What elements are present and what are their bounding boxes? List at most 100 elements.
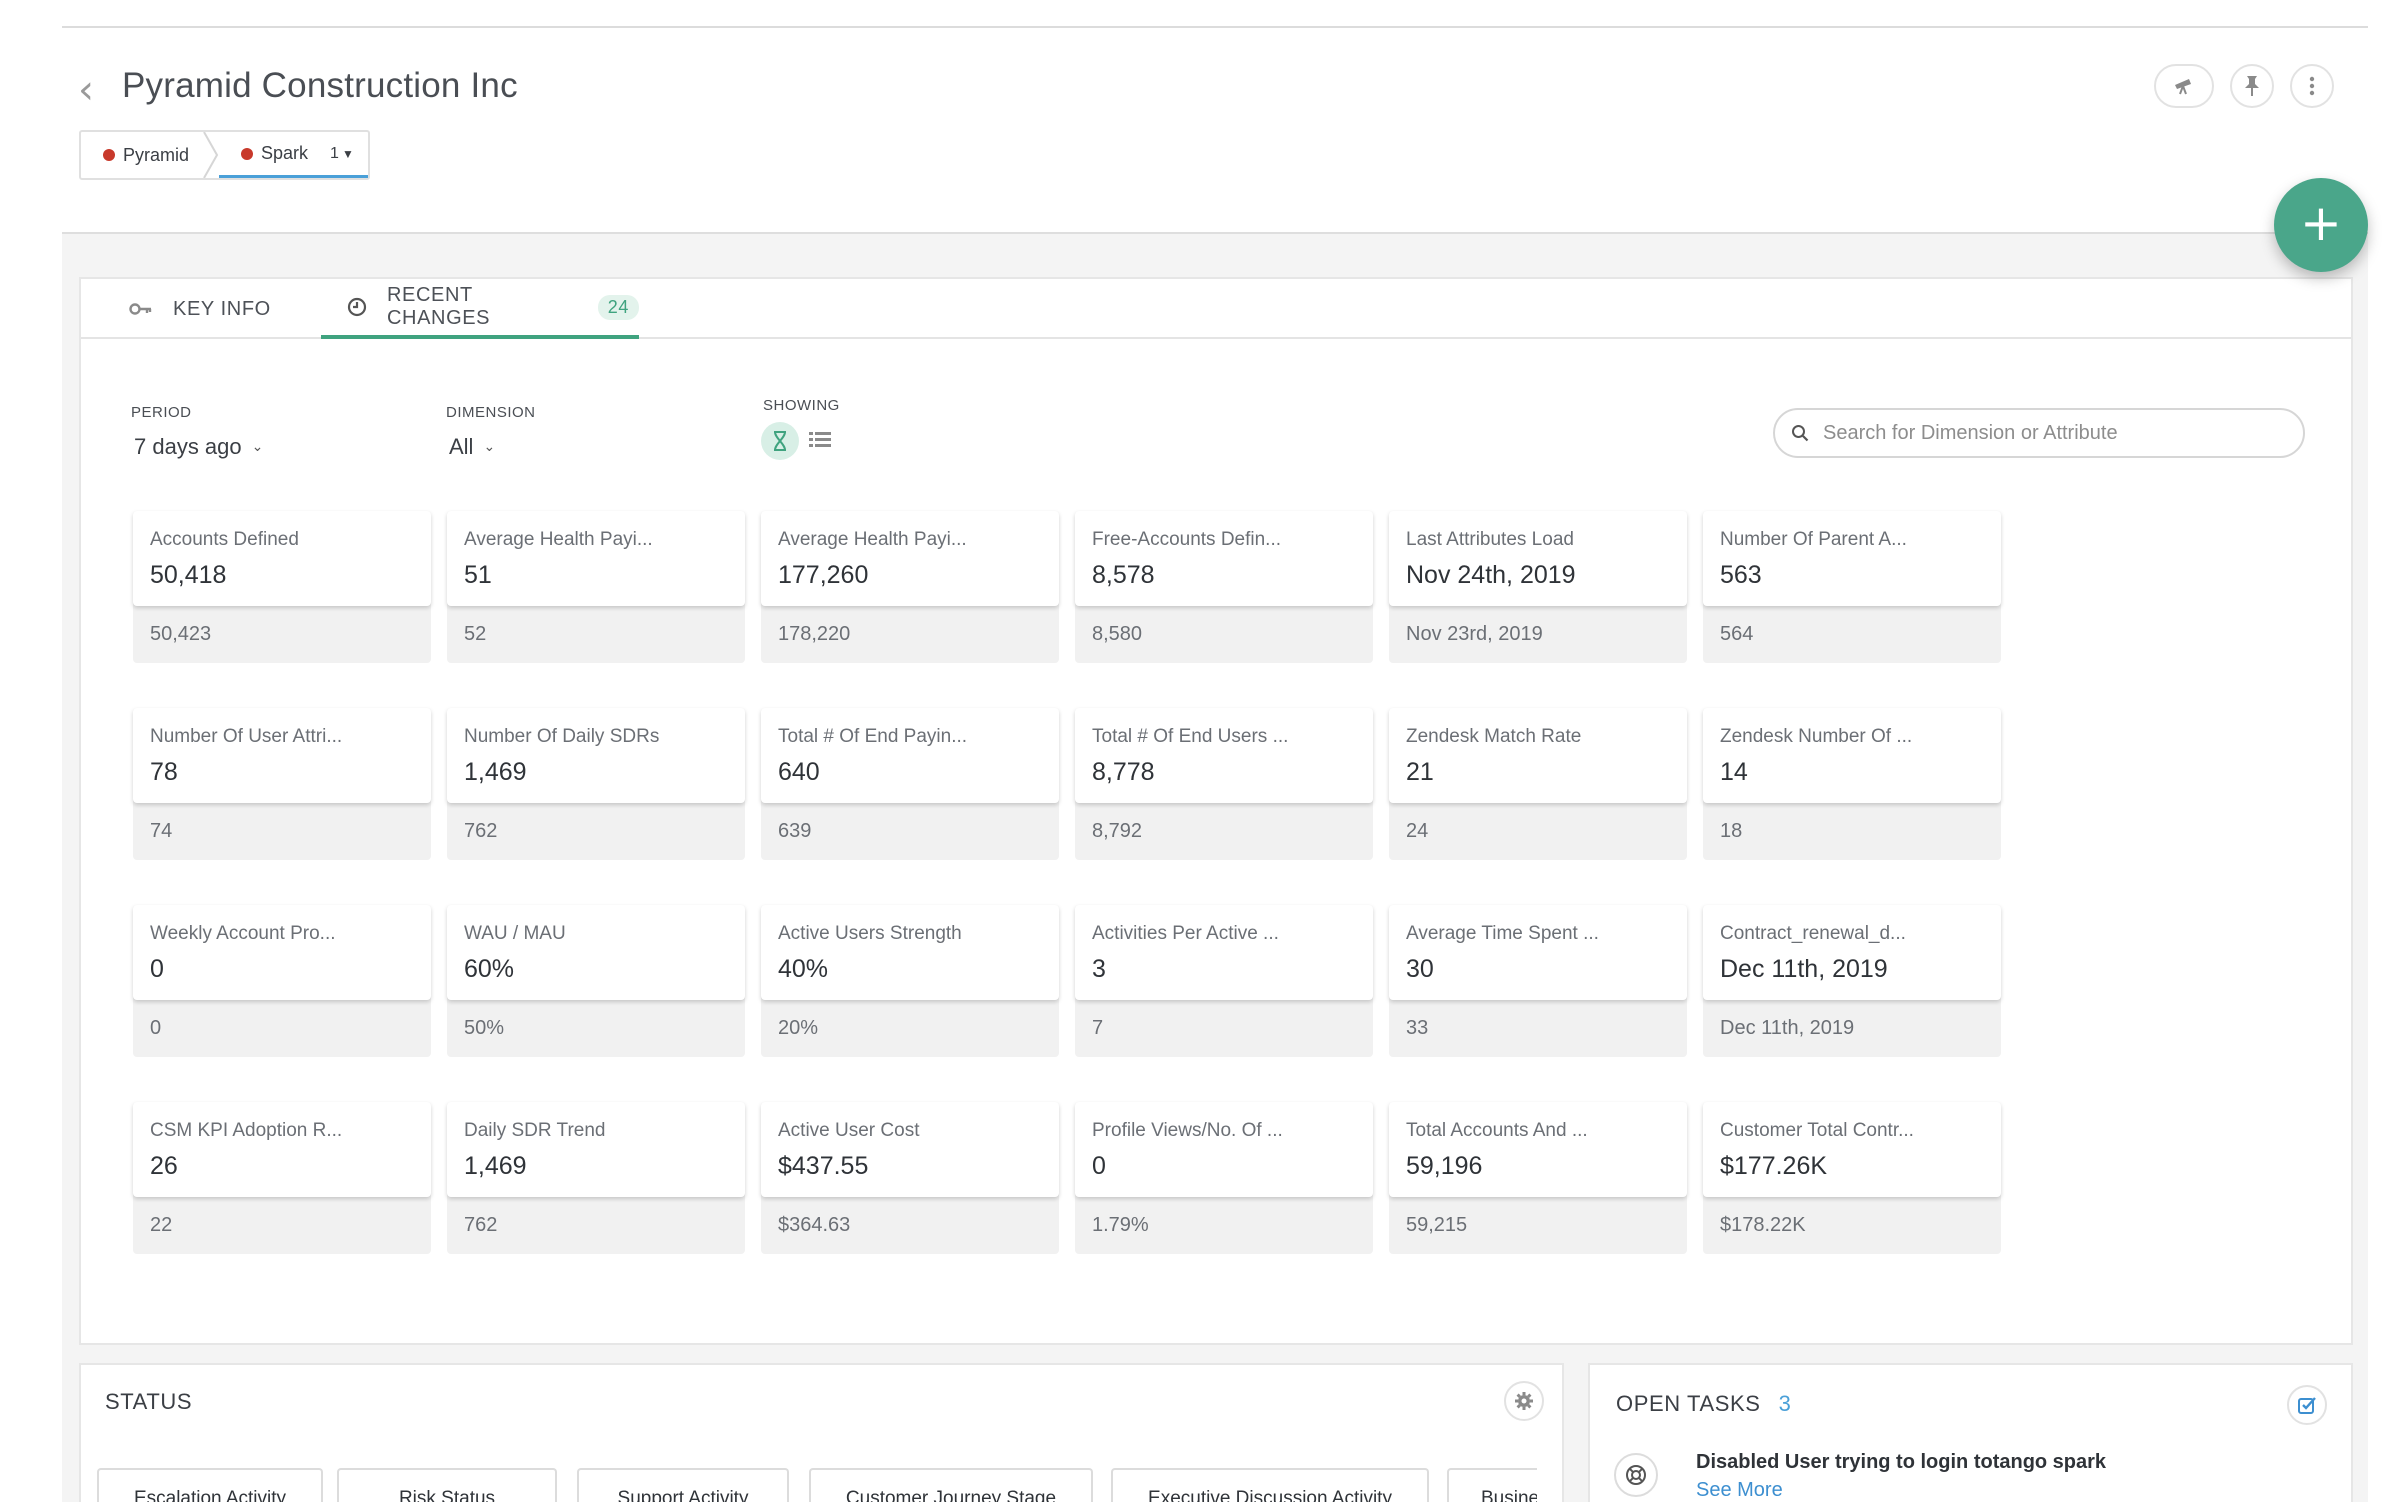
period-value: 7 days ago xyxy=(134,434,242,459)
metric-card[interactable]: Profile Views/No. Of ... 0 1.79% xyxy=(1075,1102,1373,1254)
metric-card[interactable]: Average Health Payi... 51 52 xyxy=(447,511,745,663)
metric-label: Last Attributes Load xyxy=(1406,529,1574,550)
pin-button[interactable] xyxy=(2230,64,2274,108)
more-options-button[interactable] xyxy=(2290,64,2334,108)
metric-current: Last Attributes Load Nov 24th, 2019 xyxy=(1389,511,1687,606)
metric-card[interactable]: CSM KPI Adoption R... 26 22 xyxy=(133,1102,431,1254)
metric-current: WAU / MAU 60% xyxy=(447,905,745,1000)
metric-card[interactable]: WAU / MAU 60% 50% xyxy=(447,905,745,1057)
list-icon xyxy=(809,432,831,447)
metric-value: 14 xyxy=(1720,758,1748,786)
metric-value: 3 xyxy=(1092,955,1106,983)
status-pill[interactable]: Executive Discussion Activity xyxy=(1111,1468,1429,1502)
metric-current: Average Health Payi... 177,260 xyxy=(761,511,1059,606)
metric-current: CSM KPI Adoption R... 26 xyxy=(133,1102,431,1197)
period-dropdown[interactable]: 7 days ago ⌄ xyxy=(134,434,263,460)
metric-card[interactable]: Contract_renewal_d... Dec 11th, 2019 Dec 1… xyxy=(1703,905,2001,1057)
status-dot-icon xyxy=(241,147,254,160)
metric-card[interactable]: Customer Total Contr... $177.26K $178.22K xyxy=(1703,1102,2001,1254)
show-changes-toggle[interactable] xyxy=(761,422,799,460)
breadcrumb-item-pyramid[interactable]: Pyramid xyxy=(81,132,203,178)
breadcrumb: Pyramid Spark 1 ▼ xyxy=(79,130,370,180)
back-chevron-icon[interactable]: ‹ xyxy=(78,70,102,110)
show-list-toggle[interactable] xyxy=(807,426,833,454)
metric-label: Number Of User Attri... xyxy=(150,726,343,747)
metric-value: 59,196 xyxy=(1406,1152,1483,1180)
status-panel: STATUS Escalation Activity Risk Status S… xyxy=(79,1363,1564,1502)
dimension-label: DIMENSION xyxy=(446,404,536,421)
metric-label: Active Users Strength xyxy=(778,923,962,944)
metric-value: $177.26K xyxy=(1720,1152,1828,1180)
metric-card[interactable]: Total # Of End Users ... 8,778 8,792 xyxy=(1075,708,1373,860)
metric-value: 1,469 xyxy=(464,1152,527,1180)
status-pill[interactable]: Escalation Activity xyxy=(97,1468,323,1502)
metric-current: Weekly Account Pro... 0 xyxy=(133,905,431,1000)
breadcrumb-item-spark[interactable]: Spark 1 ▼ xyxy=(219,132,368,178)
task-title[interactable]: Disabled User trying to login totango sp… xyxy=(1696,1451,2106,1474)
metric-label: Activities Per Active ... xyxy=(1092,923,1279,944)
metric-value: 8,578 xyxy=(1092,561,1155,589)
metric-card[interactable]: Total Accounts And ... 59,196 59,215 xyxy=(1389,1102,1687,1254)
metric-previous-value: $364.63 xyxy=(778,1214,851,1236)
metric-current: Zendesk Match Rate 21 xyxy=(1389,708,1687,803)
add-fab-button[interactable]: + xyxy=(2274,178,2368,272)
metric-card[interactable]: Daily SDR Trend 1,469 762 xyxy=(447,1102,745,1254)
metric-previous-value: 8,792 xyxy=(1092,820,1143,842)
tab-key-info[interactable]: KEY INFO xyxy=(129,279,271,339)
metric-card[interactable]: Active User Cost $437.55 $364.63 xyxy=(761,1102,1059,1254)
metric-previous-value: 762 xyxy=(464,820,498,842)
dimension-dropdown[interactable]: All ⌄ xyxy=(449,434,495,460)
search-input[interactable] xyxy=(1823,421,2283,445)
metric-label: Customer Total Contr... xyxy=(1720,1120,1914,1141)
metric-card[interactable]: Free-Accounts Defin... 8,578 8,580 xyxy=(1075,511,1373,663)
metric-value: 51 xyxy=(464,561,492,589)
metric-current: Number Of Parent A... 563 xyxy=(1703,511,2001,606)
metric-value: 563 xyxy=(1720,561,1762,589)
status-pill[interactable]: Support Activity xyxy=(577,1468,789,1502)
metric-card[interactable]: Active Users Strength 40% 20% xyxy=(761,905,1059,1057)
period-label: PERIOD xyxy=(131,404,192,421)
metric-card[interactable]: Average Time Spent ... 30 33 xyxy=(1389,905,1687,1057)
metric-current: Total # Of End Payin... 640 xyxy=(761,708,1059,803)
metric-previous-value: 59,215 xyxy=(1406,1214,1468,1236)
metric-card[interactable]: Number Of Parent A... 563 564 xyxy=(1703,511,2001,663)
metric-previous-value: Dec 11th, 2019 xyxy=(1720,1017,1855,1039)
metric-current: Number Of Daily SDRs 1,469 xyxy=(447,708,745,803)
metric-card[interactable]: Number Of User Attri... 78 74 xyxy=(133,708,431,860)
metric-previous-value: $178.22K xyxy=(1720,1214,1806,1236)
tab-label: RECENT CHANGES xyxy=(387,284,491,329)
metric-card[interactable]: Zendesk Number Of ... 14 18 xyxy=(1703,708,2001,860)
metric-current: Customer Total Contr... $177.26K xyxy=(1703,1102,2001,1197)
metric-label: CSM KPI Adoption R... xyxy=(150,1120,343,1141)
metric-current: Activities Per Active ... 3 xyxy=(1075,905,1373,1000)
metric-label: Number Of Daily SDRs xyxy=(464,726,660,747)
status-pill[interactable]: Risk Status xyxy=(337,1468,557,1502)
tasks-checklist-button[interactable] xyxy=(2287,1385,2327,1425)
metric-previous-value: 178,220 xyxy=(778,623,851,645)
metric-card[interactable]: Weekly Account Pro... 0 0 xyxy=(133,905,431,1057)
telescope-button[interactable] xyxy=(2154,64,2214,108)
status-pill[interactable]: Customer Journey Stage xyxy=(809,1468,1093,1502)
metric-card[interactable]: Total # Of End Payin... 640 639 xyxy=(761,708,1059,860)
tab-recent-changes[interactable]: RECENT CHANGES 24 xyxy=(321,279,639,339)
metric-card[interactable]: Activities Per Active ... 3 7 xyxy=(1075,905,1373,1057)
metric-value: 50,418 xyxy=(150,561,227,589)
metric-label: Active User Cost xyxy=(778,1120,920,1141)
metric-current: Average Time Spent ... 30 xyxy=(1389,905,1687,1000)
metric-card[interactable]: Zendesk Match Rate 21 24 xyxy=(1389,708,1687,860)
metric-value: 0 xyxy=(1092,1152,1106,1180)
metric-card[interactable]: Average Health Payi... 177,260 178,220 xyxy=(761,511,1059,663)
changes-count-badge: 24 xyxy=(597,294,639,320)
metric-current: Total # Of End Users ... 8,778 xyxy=(1075,708,1373,803)
metric-card[interactable]: Accounts Defined 50,418 50,423 xyxy=(133,511,431,663)
account-header: ‹ Pyramid Construction Inc Pyramid Spark… xyxy=(62,28,2368,231)
metric-value: 177,260 xyxy=(778,561,869,589)
metric-card[interactable]: Number Of Daily SDRs 1,469 762 xyxy=(447,708,745,860)
status-pill[interactable]: Busines xyxy=(1447,1468,1537,1502)
status-settings-button[interactable] xyxy=(1504,1381,1544,1421)
metric-previous-value: 8,580 xyxy=(1092,623,1143,645)
see-more-link[interactable]: See More xyxy=(1696,1479,1783,1502)
open-tasks-panel: OPEN TASKS 3 Disabled User trying to logi… xyxy=(1588,1363,2353,1502)
search-box xyxy=(1773,408,2305,458)
metric-card[interactable]: Last Attributes Load Nov 24th, 2019 Nov 23… xyxy=(1389,511,1687,663)
